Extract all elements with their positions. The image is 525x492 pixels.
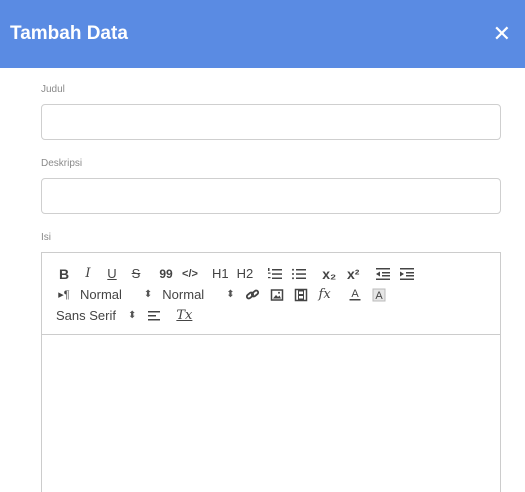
underline-button[interactable]: U: [104, 265, 120, 283]
judul-input[interactable]: [41, 104, 501, 140]
close-icon[interactable]: ✕: [489, 21, 515, 47]
deskripsi-input[interactable]: [41, 178, 501, 214]
deskripsi-label: Deskripsi: [41, 158, 83, 169]
strike-button[interactable]: S: [128, 265, 144, 283]
judul-field: Judul: [41, 84, 502, 140]
text-direction-button[interactable]: ▸¶: [56, 286, 72, 304]
rich-text-editor: B I U S 99 </> H1 H2 x₂ x² ▸¶ Normal ⬍ N…: [41, 252, 501, 492]
link-icon[interactable]: [245, 286, 261, 304]
video-icon[interactable]: [293, 286, 309, 304]
judul-label: Judul: [41, 84, 65, 95]
font-picker-label: Sans Serif: [56, 308, 116, 323]
editor-content-area[interactable]: [42, 335, 500, 475]
size-picker[interactable]: Normal ⬍: [80, 287, 152, 302]
background-color-icon[interactable]: A: [371, 286, 387, 304]
subscript-button[interactable]: x₂: [321, 265, 337, 283]
svg-text:A: A: [375, 290, 383, 302]
toolbar-row-3: Sans Serif ⬍ Tx: [56, 305, 488, 326]
clear-format-icon[interactable]: Tx: [176, 307, 192, 325]
h1-button[interactable]: H1: [212, 265, 229, 283]
font-picker-arrow-icon: ⬍: [127, 310, 137, 321]
code-button[interactable]: </>: [182, 265, 198, 283]
header-picker-label: Normal: [162, 287, 205, 302]
text-color-icon[interactable]: A: [347, 286, 363, 304]
isi-label: Isi: [41, 232, 51, 243]
editor-toolbar: B I U S 99 </> H1 H2 x₂ x² ▸¶ Normal ⬍ N…: [42, 253, 500, 335]
header-picker-arrow-icon: ⬍: [226, 289, 235, 300]
toolbar-row-1: B I U S 99 </> H1 H2 x₂ x²: [56, 263, 488, 284]
size-picker-label: Normal: [80, 287, 122, 302]
h2-button[interactable]: H2: [237, 265, 254, 283]
bold-button[interactable]: B: [56, 265, 72, 283]
indent-decrease-icon[interactable]: [375, 265, 391, 283]
image-icon[interactable]: [269, 286, 285, 304]
dialog-body: Judul Deskripsi Isi B I U S 99 </> H1 H2: [0, 68, 525, 492]
header-picker[interactable]: Normal ⬍: [162, 287, 234, 302]
svg-text:A: A: [351, 288, 359, 300]
toolbar-row-2: ▸¶ Normal ⬍ Normal ⬍ fx A A: [56, 284, 488, 305]
superscript-button[interactable]: x²: [345, 265, 361, 283]
dialog-title: Tambah Data: [10, 23, 128, 44]
dialog-header: Tambah Data ✕: [0, 0, 525, 68]
align-icon[interactable]: [146, 307, 162, 325]
ordered-list-icon[interactable]: [267, 265, 283, 283]
deskripsi-field: Deskripsi: [41, 158, 502, 214]
blockquote-button[interactable]: 99: [158, 265, 174, 283]
size-picker-arrow-icon: ⬍: [143, 289, 153, 300]
formula-icon[interactable]: fx: [317, 286, 333, 304]
bullet-list-icon[interactable]: [291, 265, 307, 283]
add-data-dialog: Tambah Data ✕ Judul Deskripsi Isi B I U …: [0, 0, 525, 492]
indent-increase-icon[interactable]: [399, 265, 415, 283]
font-picker[interactable]: Sans Serif ⬍: [56, 308, 136, 323]
italic-button[interactable]: I: [80, 265, 96, 283]
